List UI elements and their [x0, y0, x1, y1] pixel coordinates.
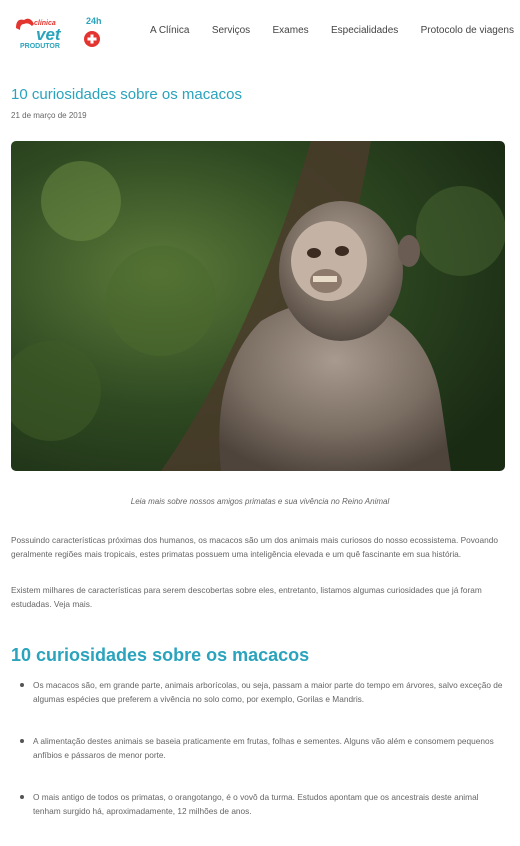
intro-paragraph-2: Existem milhares de características para…: [11, 585, 482, 609]
curiosities-list: Os macacos são, em grande parte, animais…: [11, 678, 505, 846]
monkey-photo: [11, 141, 505, 471]
image-caption: Leia mais sobre nossos amigos primatas e…: [130, 497, 390, 506]
logo-text-produtor: PRODUTOR: [20, 43, 60, 50]
logo-badge-24h: 24h: [86, 16, 102, 26]
site-header: clínica vet PRODUTOR 24h A Clínica Servi…: [0, 0, 520, 72]
nav-item-especialidades[interactable]: Especialidades: [331, 25, 398, 36]
paw-mark: [16, 18, 34, 30]
clinic-logo[interactable]: clínica vet PRODUTOR 24h: [12, 14, 108, 54]
post-title: 10 curiosidades sobre os macacos: [11, 86, 242, 103]
hero-image: [11, 141, 505, 471]
nav-item-exames[interactable]: Exames: [273, 25, 309, 36]
main-nav: A Clínica Serviços Exames Especialidades…: [150, 25, 514, 36]
section-title: 10 curiosidades sobre os macacos: [11, 645, 310, 665]
list-item: Os macacos são, em grande parte, animais…: [11, 678, 505, 706]
nav-item-servicos[interactable]: Serviços: [212, 25, 250, 36]
list-item: O mais antigo de todos os primatas, o or…: [11, 790, 505, 818]
list-item: A alimentação destes animais se baseia p…: [11, 734, 505, 762]
post-date: 21 de março de 2019: [11, 111, 87, 120]
logo-text-vet: vet: [36, 25, 62, 44]
nav-item-a-clinica[interactable]: A Clínica: [150, 25, 189, 36]
nav-item-protocolo-de-viagens[interactable]: Protocolo de viagens: [421, 25, 514, 36]
plus-cross-icon: [84, 31, 100, 47]
intro-paragraph: Possuindo características próximas dos h…: [11, 535, 498, 559]
